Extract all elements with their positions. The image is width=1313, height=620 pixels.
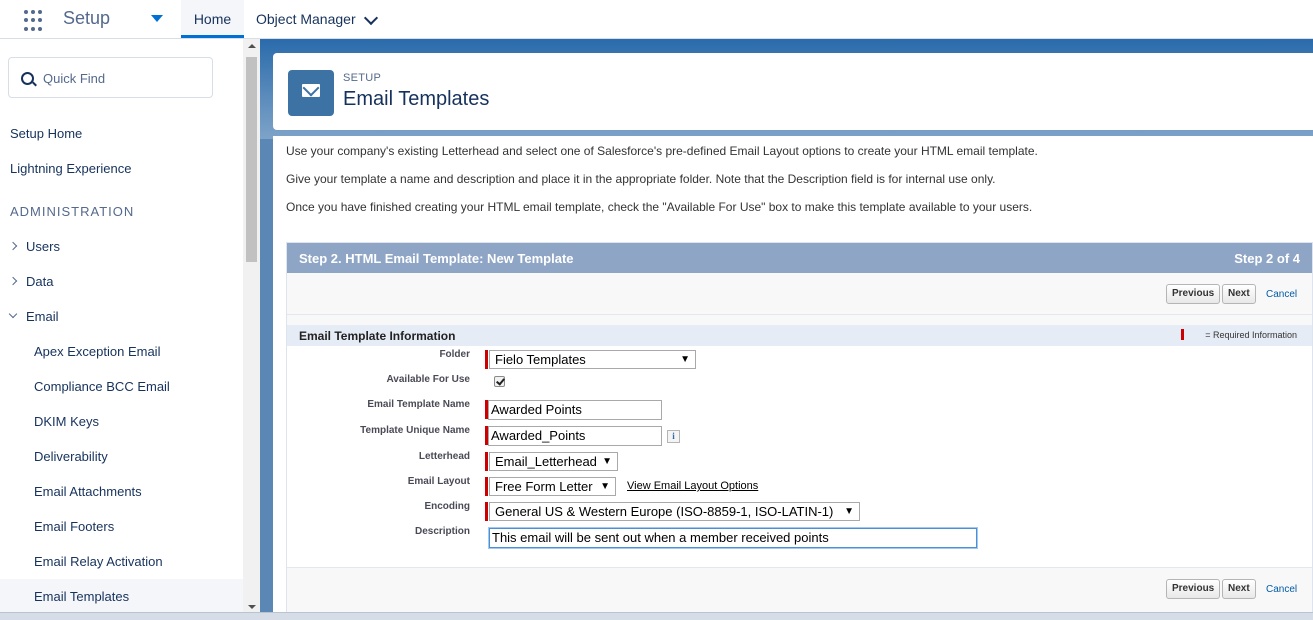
description-label: Description	[414, 526, 470, 537]
template-name-input[interactable]: Awarded Points	[488, 400, 662, 420]
sidebar-item-email-templates[interactable]: Email Templates	[34, 589, 129, 604]
instruction-text: Once you have finished creating your HTM…	[286, 200, 1033, 214]
tab-object-manager[interactable]: Object Manager	[256, 0, 356, 38]
quick-find-input[interactable]	[41, 67, 210, 89]
sidebar-item-email[interactable]: Email	[8, 309, 59, 324]
sidebar-item-deliverability[interactable]: Deliverability	[34, 449, 108, 464]
available-for-use-label: Available For Use	[386, 374, 470, 385]
section-title: Email Template Information	[299, 329, 456, 343]
chevron-right-icon	[8, 276, 18, 286]
required-marker	[485, 502, 488, 521]
sidebar-item-lightning-experience[interactable]: Lightning Experience	[10, 161, 131, 176]
page-header: SETUP Email Templates	[273, 53, 1313, 130]
unique-name-input[interactable]: Awarded_Points	[488, 426, 662, 446]
folder-label: Folder	[439, 349, 470, 360]
chevron-down-icon[interactable]	[363, 10, 379, 26]
page-title: Email Templates	[343, 88, 490, 110]
dropdown-arrow-icon: ▼	[602, 456, 612, 467]
cancel-link[interactable]: Cancel	[1266, 289, 1297, 300]
description-input[interactable]: This email will be sent out when a membe…	[489, 528, 977, 548]
sidebar-item-compliance-bcc-email[interactable]: Compliance BCC Email	[34, 379, 170, 394]
instruction-text: Use your company's existing Letterhead a…	[286, 144, 1038, 158]
sidebar-item-email-footers[interactable]: Email Footers	[34, 519, 114, 534]
folder-select[interactable]: Fielo Templates ▼	[489, 350, 696, 369]
required-marker	[1181, 329, 1184, 340]
dropdown-arrow-icon: ▼	[600, 481, 610, 492]
app-launcher-icon[interactable]	[24, 10, 46, 32]
cancel-link[interactable]: Cancel	[1266, 584, 1297, 595]
search-icon	[21, 72, 34, 85]
sidebar-item-users[interactable]: Users	[8, 239, 60, 254]
unique-name-label: Template Unique Name	[360, 425, 470, 436]
page-eyebrow: SETUP	[343, 72, 382, 84]
template-name-label: Email Template Name	[367, 399, 470, 410]
template-form: Folder Fielo Templates ▼ Available For Us…	[287, 346, 1312, 567]
wizard-step-panel: Step 2. HTML Email Template: New Templat…	[286, 242, 1313, 619]
step-header: Step 2. HTML Email Template: New Templat…	[287, 243, 1312, 273]
encoding-select[interactable]: General US & Western Europe (ISO-8859-1,…	[489, 502, 860, 521]
step-count: Step 2 of 4	[1234, 251, 1300, 266]
dropdown-arrow-icon: ▼	[844, 506, 854, 517]
email-layout-label: Email Layout	[407, 476, 470, 487]
sidebar-scrollbar[interactable]	[243, 39, 260, 619]
quick-find-box	[8, 57, 213, 98]
encoding-label: Encoding	[424, 501, 470, 512]
tab-home[interactable]: Home	[181, 0, 244, 38]
available-for-use-checkbox[interactable]	[494, 376, 505, 387]
app-name: Setup	[63, 8, 111, 28]
chevron-down-icon	[8, 309, 18, 319]
next-button[interactable]: Next	[1222, 284, 1256, 304]
scrollbar-thumb[interactable]	[246, 57, 257, 262]
next-button[interactable]: Next	[1222, 579, 1256, 599]
previous-button[interactable]: Previous	[1166, 579, 1221, 599]
instruction-text: Give your template a name and descriptio…	[286, 172, 996, 186]
step-title: Step 2. HTML Email Template: New Templat…	[299, 251, 574, 266]
app-menu-caret-icon[interactable]	[151, 15, 163, 22]
sidebar-item-email-relay-activation[interactable]: Email Relay Activation	[34, 554, 163, 569]
required-marker	[485, 350, 488, 369]
letterhead-label: Letterhead	[418, 451, 470, 462]
setup-sidebar: Setup Home Lightning Experience ADMINIST…	[0, 39, 243, 619]
letterhead-select[interactable]: Email_Letterhead ▼	[489, 452, 618, 471]
email-layout-select[interactable]: Free Form Letter ▼	[489, 477, 616, 496]
dropdown-arrow-icon: ▼	[680, 354, 690, 365]
scroll-up-icon[interactable]	[248, 44, 256, 48]
sidebar-item-dkim-keys[interactable]: DKIM Keys	[34, 414, 99, 429]
previous-button[interactable]: Previous	[1166, 284, 1221, 304]
sidebar-item-data[interactable]: Data	[8, 274, 53, 289]
section-header: Email Template Information = Required In…	[287, 325, 1312, 346]
sidebar-item-apex-exception-email[interactable]: Apex Exception Email	[34, 344, 160, 359]
scroll-down-icon[interactable]	[248, 605, 256, 609]
info-icon[interactable]: i	[667, 430, 680, 443]
required-marker	[485, 452, 488, 471]
sidebar-item-email-attachments[interactable]: Email Attachments	[34, 484, 142, 499]
sidebar-section-heading: ADMINISTRATION	[10, 204, 135, 219]
required-marker	[485, 477, 488, 496]
sidebar-item-setup-home[interactable]: Setup Home	[10, 126, 82, 141]
required-legend: = Required Information	[1205, 330, 1297, 340]
global-header: Setup Home Object Manager	[0, 0, 1313, 39]
chevron-right-icon	[8, 241, 18, 251]
view-email-layout-options-link[interactable]: View Email Layout Options	[627, 480, 758, 492]
envelope-icon	[288, 70, 334, 116]
